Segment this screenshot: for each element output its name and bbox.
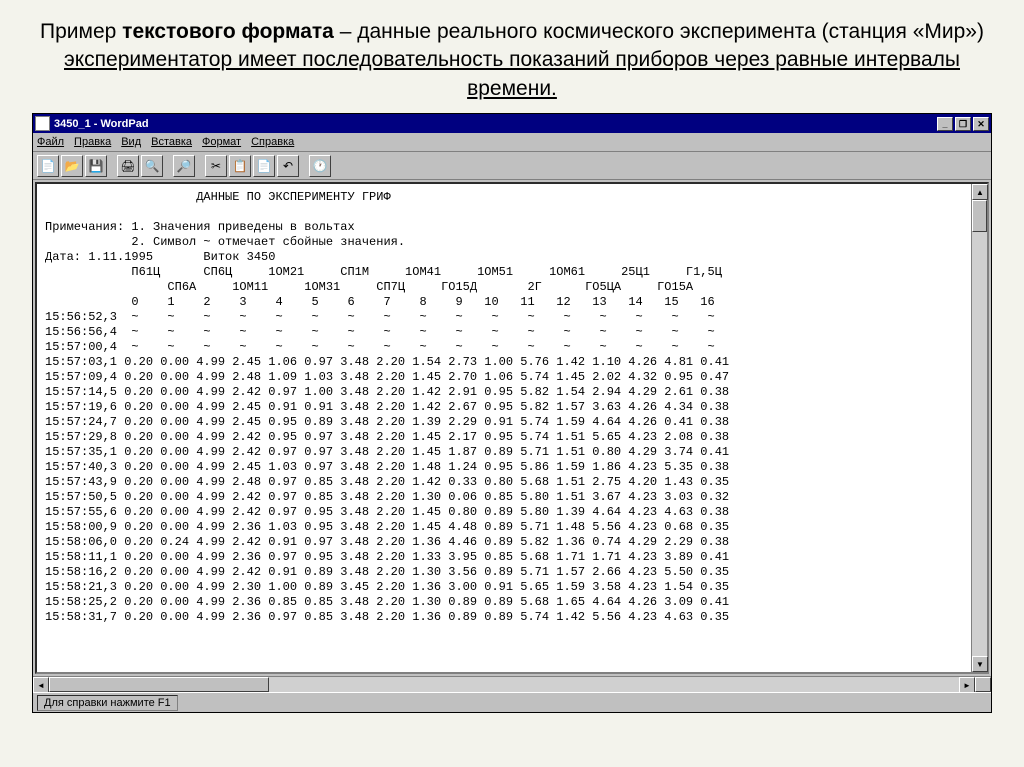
wordpad-window: 3450_1 - WordPad _ ❐ ✕ Файл Правка Вид В…	[32, 113, 992, 713]
menu-insert[interactable]: Вставка	[151, 136, 192, 148]
save-button[interactable]: 💾	[85, 155, 107, 177]
paste-button[interactable]: 📄	[253, 155, 275, 177]
hscroll-thumb[interactable]	[49, 677, 269, 692]
menu-edit[interactable]: Правка	[74, 136, 111, 148]
print-button[interactable]: 🖨	[117, 155, 139, 177]
menu-format[interactable]: Формат	[202, 136, 241, 148]
title-mid: – данные реального космического эксперим…	[334, 20, 984, 43]
datetime-button[interactable]: 🕐	[309, 155, 331, 177]
menu-file[interactable]: Файл	[37, 136, 64, 148]
scroll-corner	[975, 677, 991, 692]
vertical-scrollbar[interactable]: ▲ ▼	[971, 184, 987, 672]
horizontal-scrollbar[interactable]: ◄ ►	[33, 676, 991, 692]
statusbar: Для справки нажмите F1	[33, 692, 991, 712]
window-title: 3450_1 - WordPad	[54, 118, 937, 130]
scroll-left-button[interactable]: ◄	[33, 677, 49, 693]
title-bold: текстового формата	[122, 20, 334, 43]
menu-help[interactable]: Справка	[251, 136, 294, 148]
scroll-up-button[interactable]: ▲	[972, 184, 988, 200]
new-button[interactable]: 📄	[37, 155, 59, 177]
vscroll-thumb[interactable]	[972, 200, 987, 232]
menubar: Файл Правка Вид Вставка Формат Справка	[33, 133, 991, 152]
minimize-button[interactable]: _	[937, 117, 953, 131]
title-underline: экспериментатор имеет последовательность…	[64, 48, 960, 99]
scroll-right-button[interactable]: ►	[959, 677, 975, 693]
editor: ДАННЫЕ ПО ЭКСПЕРИМЕНТУ ГРИФ Примечания: …	[35, 182, 989, 674]
open-button[interactable]: 📂	[61, 155, 83, 177]
close-button[interactable]: ✕	[973, 117, 989, 131]
titlebar[interactable]: 3450_1 - WordPad _ ❐ ✕	[33, 114, 991, 133]
maximize-button[interactable]: ❐	[955, 117, 971, 131]
menu-view[interactable]: Вид	[121, 136, 141, 148]
doc-icon	[35, 116, 50, 131]
cut-button[interactable]: ✂	[205, 155, 227, 177]
preview-button[interactable]: 🔍	[141, 155, 163, 177]
slide-title: Пример текстового формата – данные реаль…	[28, 18, 996, 103]
scroll-down-button[interactable]: ▼	[972, 656, 988, 672]
toolbar: 📄 📂 💾 🖨 🔍 🔎 ✂ 📋 📄 ↶ 🕐	[33, 152, 991, 180]
find-button[interactable]: 🔎	[173, 155, 195, 177]
copy-button[interactable]: 📋	[229, 155, 251, 177]
undo-button[interactable]: ↶	[277, 155, 299, 177]
title-pre: Пример	[40, 20, 122, 43]
document-textarea[interactable]: ДАННЫЕ ПО ЭКСПЕРИМЕНТУ ГРИФ Примечания: …	[37, 184, 971, 672]
status-text: Для справки нажмите F1	[37, 695, 178, 711]
